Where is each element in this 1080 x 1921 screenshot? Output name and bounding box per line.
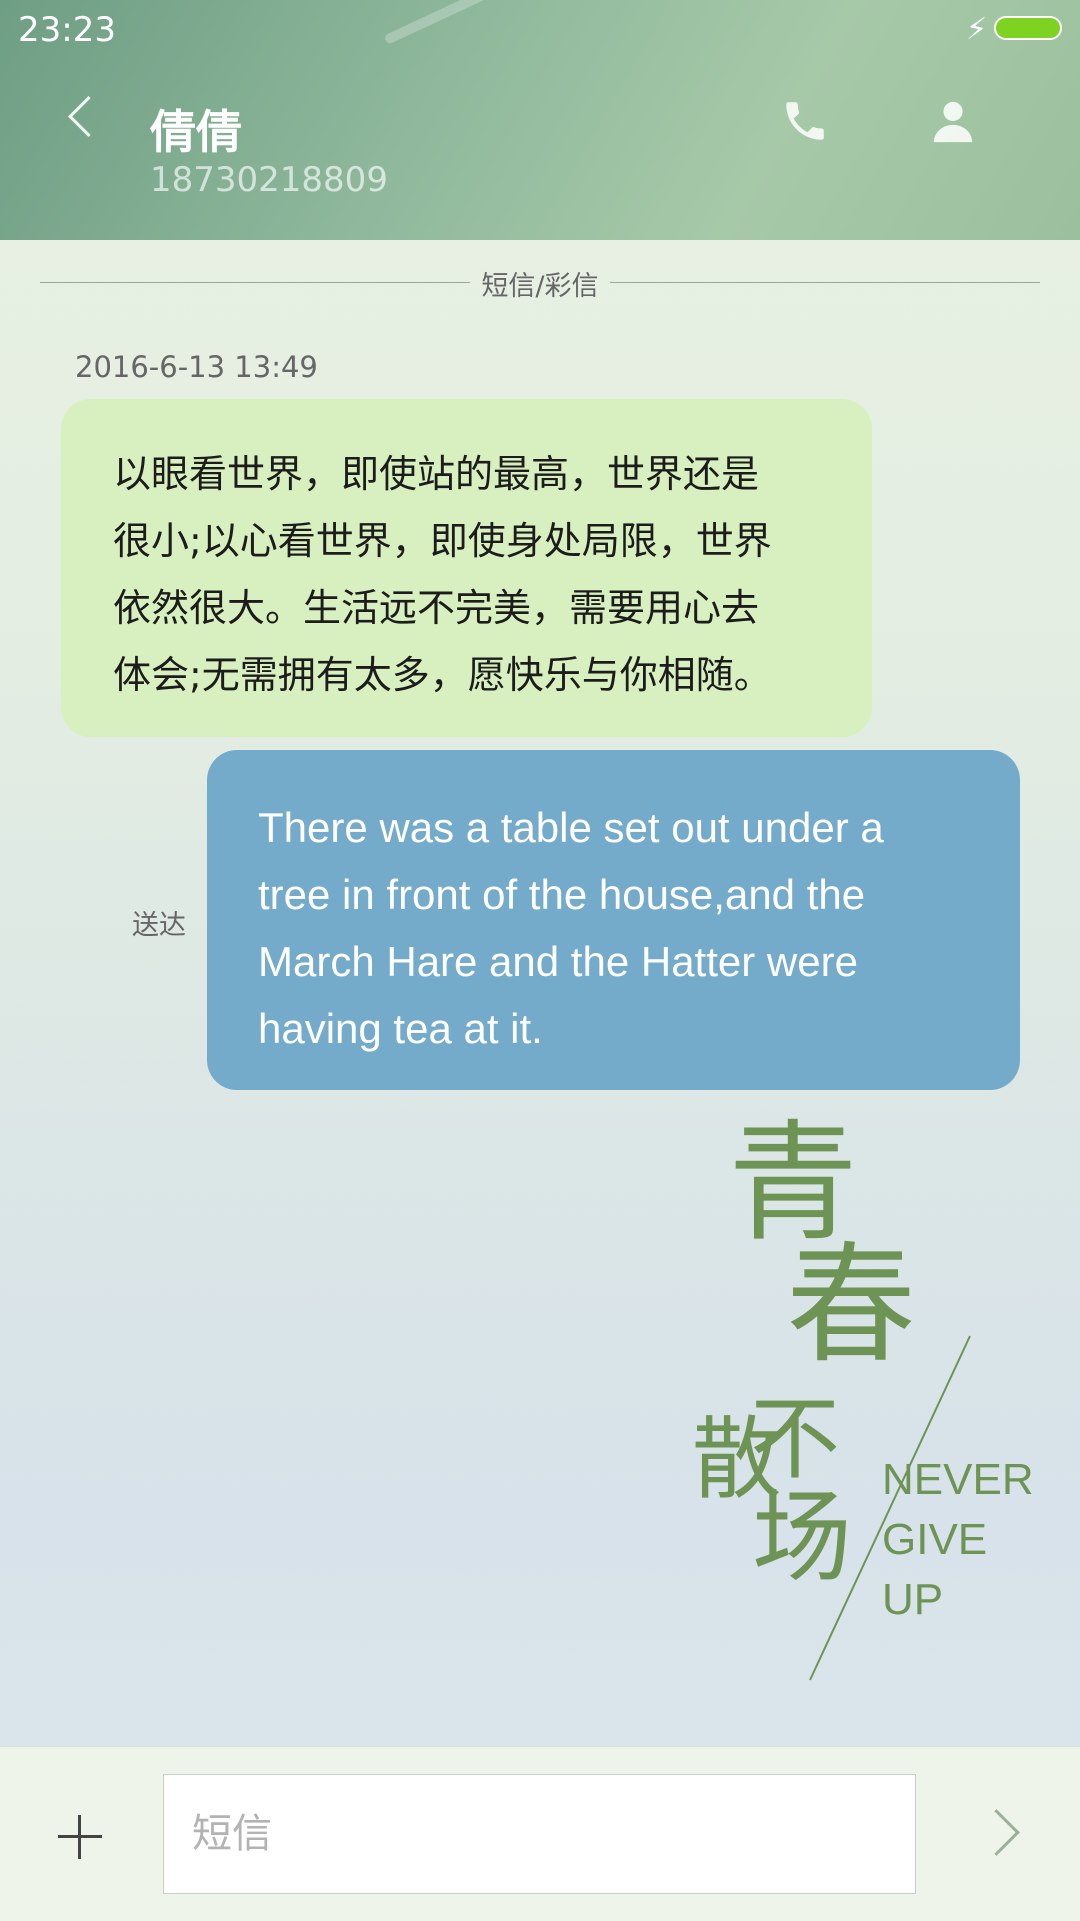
wallpaper-calligraphy: 青 春 不 散 场 NEVER GIVE UP [692, 1110, 1034, 1681]
contact-number: 18730218809 [150, 160, 388, 200]
message-line: 以眼看世界，即使站的最高，世界还是 [113, 452, 760, 496]
status-time: 23:23 [18, 10, 116, 50]
incoming-message-bubble[interactable]: 以眼看世界，即使站的最高，世界还是 很小;以心看世界，即使身处局限，世界 依然很… [61, 399, 872, 737]
phone-icon[interactable] [780, 96, 830, 150]
message-line: There was a table set out under a [258, 804, 884, 851]
add-attachment-button[interactable] [58, 1815, 102, 1859]
wallpaper-word: NEVER [882, 1455, 1034, 1504]
channel-label: 短信/彩信 [481, 271, 599, 302]
wallpaper-char: 场 [752, 1479, 852, 1596]
wallpaper-word: UP [882, 1575, 943, 1624]
message-line: 很小;以心看世界，即使身处局限，世界 [113, 519, 772, 563]
delivery-status: 送达 [132, 910, 186, 941]
message-timestamp: 2016-6-13 13:49 [75, 350, 318, 384]
message-line: 依然很大。生活远不完美，需要用心去 [113, 586, 760, 630]
message-line: tree in front of the house,and the [258, 871, 866, 918]
outgoing-message-text: There was a table set out under a tree i… [258, 794, 980, 1062]
sms-input[interactable] [163, 1774, 916, 1894]
wallpaper-char: 春 [786, 1229, 916, 1381]
app-header: 23:23 ⚡ 倩倩 18730218809 [0, 0, 1080, 240]
contact-name: 倩倩 [150, 105, 242, 159]
divider-right [610, 282, 1040, 283]
person-icon[interactable] [930, 98, 976, 148]
charging-icon: ⚡ [966, 12, 988, 47]
wallpaper-word: GIVE [882, 1515, 987, 1564]
outgoing-message-bubble[interactable]: There was a table set out under a tree i… [207, 750, 1020, 1090]
divider-left [40, 282, 470, 283]
back-chevron-icon[interactable] [67, 95, 110, 138]
battery-icon [994, 16, 1062, 40]
message-line: March Hare and the Hatter were [258, 938, 858, 985]
message-line: having tea at it. [258, 1005, 543, 1052]
message-line: 体会;无需拥有太多，愿快乐与你相随。 [113, 653, 772, 697]
incoming-message-text: 以眼看世界，即使站的最高，世界还是 很小;以心看世界，即使身处局限，世界 依然很… [113, 441, 826, 709]
